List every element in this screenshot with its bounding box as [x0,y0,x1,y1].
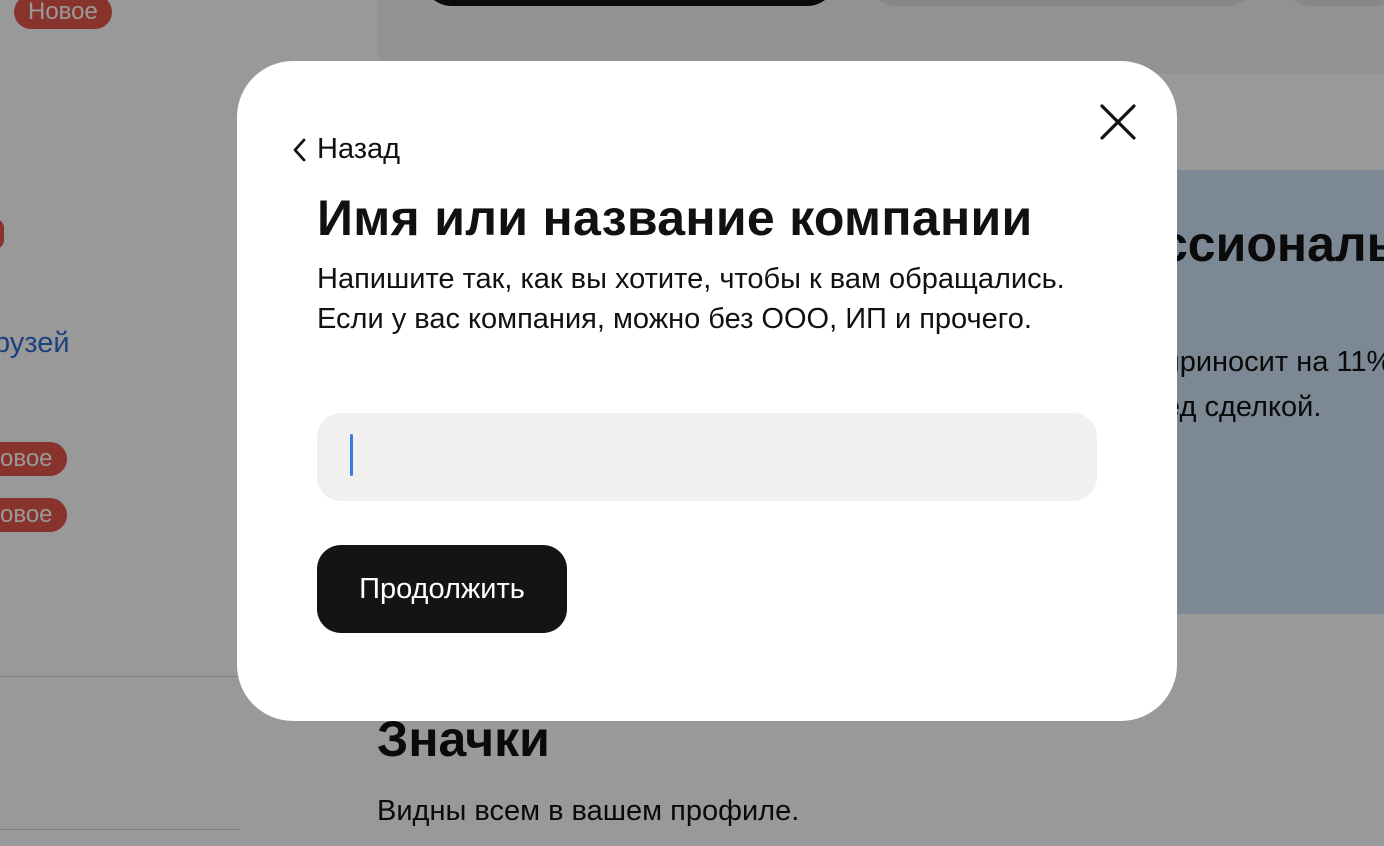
page: Новое рузей овое овое ссионалы приносит … [0,0,1384,846]
company-name-input[interactable] [317,413,1097,501]
back-label: Назад [317,133,401,165]
dialog-title: Имя или название компании [317,190,1033,246]
chevron-left-icon [293,138,306,161]
text-caret [350,434,353,476]
close-icon [1100,104,1136,140]
continue-button[interactable]: Продолжить [317,545,567,633]
dialog-description: Напишите так, как вы хотите, чтобы к вам… [317,263,1065,335]
back-button[interactable]: Назад [291,133,400,166]
close-button[interactable] [1092,96,1144,148]
company-name-dialog: Назад Имя или название компании Напишите… [237,61,1177,721]
